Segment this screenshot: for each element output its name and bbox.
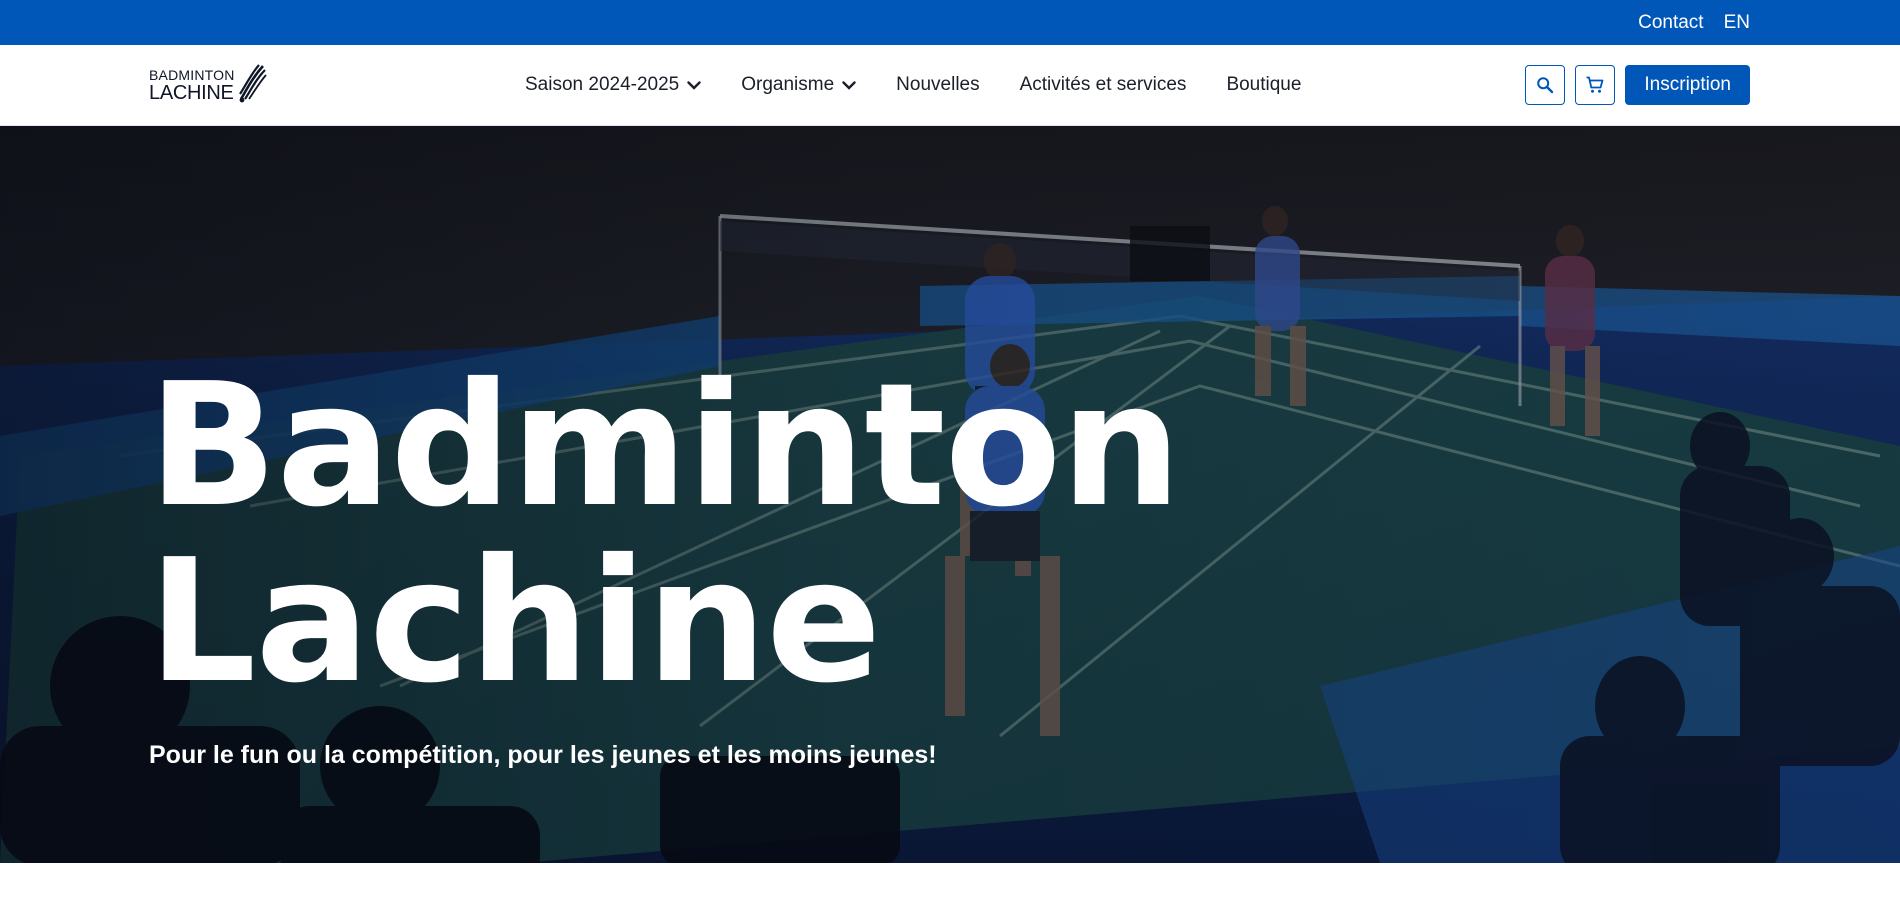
nav-item-label: Saison 2024-2025 [525,74,680,95]
header-actions: Inscription [1525,65,1750,105]
hero-title-line-2: Lachine [148,523,881,721]
site-logo[interactable]: BADMINTON LACHINE [149,64,271,106]
main-nav: Saison 2024-2025 Organisme Nouvelles Act… [525,45,1301,125]
nav-item-label: Activités et services [1019,74,1187,95]
language-toggle[interactable]: EN [1724,12,1750,34]
search-button[interactable] [1525,65,1566,105]
cart-icon [1586,76,1604,93]
logo-wordmark: BADMINTON LACHINE [149,68,235,103]
logo-line-1: BADMINTON [149,66,235,83]
nav-item-activites[interactable]: Activités et services [1020,74,1187,96]
hero-subtitle: Pour le fun ou la compétition, pour les … [149,741,937,769]
contact-link[interactable]: Contact [1638,12,1703,34]
cart-button[interactable] [1575,65,1616,105]
nav-item-saison[interactable]: Saison 2024-2025 [525,74,701,96]
chevron-down-icon [687,80,701,90]
nav-item-organisme[interactable]: Organisme [741,74,856,96]
hero-title-line-1: Badminton [148,347,1181,545]
nav-item-boutique[interactable]: Boutique [1226,74,1301,96]
nav-item-label: Boutique [1226,74,1302,95]
hero-banner: Badminton Lachine Pour le fun ou la comp… [0,126,1900,863]
chevron-down-icon [842,80,856,90]
inscription-button[interactable]: Inscription [1625,65,1750,105]
search-icon [1537,77,1554,94]
hero-title: Badminton Lachine [148,358,1181,710]
nav-item-nouvelles[interactable]: Nouvelles [896,74,979,96]
nav-item-label: Organisme [741,74,835,95]
logo-line-2: LACHINE [149,81,234,104]
top-utility-bar: Contact EN [0,0,1900,45]
nav-item-label: Nouvelles [896,74,980,95]
site-header: BADMINTON LACHINE Saison 2024-2025 Organ… [0,45,1900,126]
shuttlecock-icon [238,64,267,103]
